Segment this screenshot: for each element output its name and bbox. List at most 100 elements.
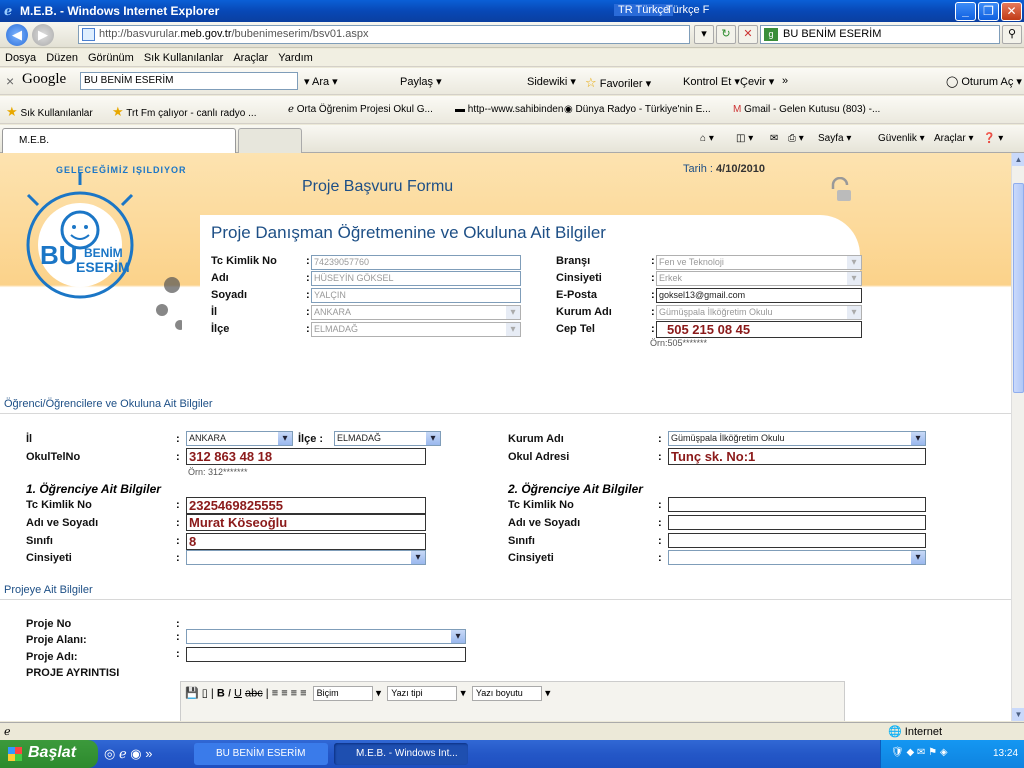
teacher-email-input[interactable]: goksel13@gmail.com <box>656 288 862 303</box>
close-toolbar-icon[interactable]: × <box>6 73 14 89</box>
maximize-button[interactable]: ❐ <box>978 2 999 21</box>
minimize-button[interactable]: _ <box>955 2 976 21</box>
window-titlebar[interactable]: ℯ M.E.B. - Windows Internet Explorer TR … <box>0 0 1024 22</box>
scroll-up-icon[interactable]: ▲ <box>1012 153 1024 166</box>
new-tab-button[interactable] <box>238 128 302 153</box>
teacher-gender-select[interactable]: Erkek <box>656 271 862 286</box>
underline-button[interactable]: U <box>234 687 242 699</box>
student1-class-input[interactable]: 8 <box>186 533 426 550</box>
project-field-select[interactable] <box>186 629 466 644</box>
safety-menu[interactable]: Güvenlik ▾ <box>878 133 925 144</box>
quicklaunch-icons[interactable]: ◎ ℯ ◉ » <box>104 746 152 762</box>
teacher-tc-input[interactable]: 74239057760 <box>311 255 521 270</box>
font-family-select[interactable]: Yazı tipi <box>387 686 458 701</box>
menu-view[interactable]: Görünüm <box>83 49 139 64</box>
spellcheck-button[interactable]: Kontrol Et ▾ <box>683 75 740 88</box>
save-icon[interactable]: 💾 <box>185 687 199 699</box>
format-select[interactable]: Biçim <box>312 686 373 701</box>
stop-icon[interactable]: ✕ <box>738 25 758 44</box>
school-district-select[interactable]: ELMADAĞ <box>334 431 441 446</box>
taskbar-item-bu-benim-eserim[interactable]: BU BENİM ESERİM <box>194 743 328 765</box>
fav-link-trt[interactable]: ★ Trt Fm çalıyor - canlı radyo ... <box>112 104 256 120</box>
vertical-scrollbar[interactable]: ▲ ▼ <box>1011 153 1024 721</box>
lock-icon[interactable] <box>827 177 853 203</box>
student2-name-input[interactable] <box>668 515 926 530</box>
forward-button[interactable]: ▶ <box>32 24 54 46</box>
fav-link-dunya-radyo[interactable]: ◉ Dünya Radyo - Türkiye'nin E... <box>564 104 711 115</box>
feeds-icon[interactable]: ◫ ▾ <box>736 133 753 144</box>
menu-favorites[interactable]: Sık Kullanılanlar <box>139 49 229 64</box>
align-justify-icon[interactable]: ≡ <box>300 687 306 699</box>
tab-meb[interactable]: M.E.B. <box>2 128 236 153</box>
start-button[interactable]: Başlat <box>0 740 98 768</box>
bold-button[interactable]: B <box>217 687 225 699</box>
student2-gender-select[interactable] <box>668 550 926 565</box>
mail-icon[interactable]: ✉ <box>770 133 778 144</box>
refresh-icon[interactable]: ↻ <box>716 25 736 44</box>
student2-class-input[interactable] <box>668 533 926 548</box>
school-phone-input[interactable]: 312 863 48 18 <box>186 448 426 465</box>
menu-tools[interactable]: Araçlar <box>228 49 273 64</box>
teacher-school-select[interactable]: Gümüşpala İlköğretim Okulu <box>656 305 862 320</box>
google-search-input[interactable]: BU BENİM ESERİM <box>80 72 298 90</box>
teacher-city-select[interactable]: ANKARA <box>311 305 521 320</box>
teacher-surname-input[interactable]: YALÇIN <box>311 288 521 303</box>
language-indicator[interactable]: TR Türkçe <box>614 4 674 16</box>
more-button[interactable]: » <box>782 75 788 87</box>
student1-name-label: Adı ve Soyadı <box>26 517 99 529</box>
internet-zone[interactable]: 🌐 Internet <box>888 725 942 738</box>
page-menu[interactable]: Sayfa ▾ <box>818 133 851 144</box>
address-dropdown-icon[interactable]: ▾ <box>694 25 714 44</box>
menu-edit[interactable]: Düzen <box>41 49 83 64</box>
fav-link-orta[interactable]: ℯ Orta Öğrenim Projesi Okul G... <box>288 104 433 115</box>
taskbar-item-ie[interactable]: M.E.B. - Windows Int... <box>334 743 468 765</box>
school-city-select[interactable]: ANKARA <box>186 431 293 446</box>
keyboard-indicator[interactable]: Türkçe F <box>666 4 709 16</box>
favorites-button[interactable]: ☆ Favoriler ▾ <box>585 75 651 91</box>
align-right-icon[interactable]: ≡ <box>291 687 297 699</box>
tray-icons[interactable]: 🛡 ◆ ✉ ⚑ ◈ <box>891 747 948 758</box>
school-name-select[interactable]: Gümüşpala İlköğretim Okulu <box>668 431 926 446</box>
close-button[interactable]: ✕ <box>1001 2 1022 21</box>
school-address-input[interactable]: Tunç sk. No:1 <box>668 448 926 465</box>
help-icon[interactable]: ❓ ▾ <box>983 133 1003 144</box>
clock[interactable]: 13:24 <box>993 748 1018 759</box>
teacher-name-input[interactable]: HÜSEYİN GÖKSEL <box>311 271 521 286</box>
back-button[interactable]: ◀ <box>6 24 28 46</box>
search-box[interactable]: g BU BENİM ESERİM <box>760 25 1000 44</box>
sign-in-button[interactable]: ◯ Oturum Aç ▾ <box>946 75 1022 88</box>
share-button[interactable]: Paylaş ▾ <box>400 75 442 88</box>
teacher-branch-select[interactable]: Fen ve Teknoloji <box>656 255 862 270</box>
align-center-icon[interactable]: ≡ <box>281 687 287 699</box>
google-search-button[interactable]: ▾ Ara ▾ <box>304 75 338 88</box>
print-icon[interactable]: ⎙ ▾ <box>788 133 804 144</box>
teacher-surname-label: Soyadı <box>211 289 248 301</box>
home-icon[interactable]: ⌂ ▾ <box>700 133 714 144</box>
student1-tc-input[interactable]: 2325469825555 <box>186 497 426 514</box>
sidewiki-button[interactable]: Sidewiki ▾ <box>527 75 576 88</box>
tools-menu[interactable]: Araçlar ▾ <box>934 133 974 144</box>
italic-button[interactable]: I <box>228 687 231 699</box>
student1-gender-select[interactable] <box>186 550 426 565</box>
teacher-district-select[interactable]: ELMADAĞ <box>311 322 521 337</box>
translate-button[interactable]: Çevir ▾ <box>740 75 774 88</box>
fav-link-gmail[interactable]: M Gmail - Gelen Kutusu (803) -... <box>733 104 880 115</box>
address-bar[interactable]: http://basvurular.meb.gov.tr/bubenimeser… <box>78 25 690 44</box>
project-name-input[interactable] <box>186 647 466 662</box>
search-icon[interactable]: ⚲ <box>1002 25 1022 44</box>
student2-tc-input[interactable] <box>668 497 926 512</box>
favorites-center-button[interactable]: ★ Sık Kullanılanlar <box>6 104 93 120</box>
menu-file[interactable]: Dosya <box>0 49 41 64</box>
teacher-phone-input[interactable]: 505 215 08 45 <box>656 321 862 338</box>
scroll-down-icon[interactable]: ▼ <box>1012 708 1024 721</box>
new-doc-icon[interactable]: ▯ <box>202 687 208 699</box>
scrollbar-thumb[interactable] <box>1013 183 1024 393</box>
form-title: Proje Başvuru Formu <box>302 178 454 195</box>
font-size-select[interactable]: Yazı boyutu <box>471 686 542 701</box>
student1-name-input[interactable]: Murat Köseoğlu <box>186 514 426 531</box>
align-left-icon[interactable]: ≡ <box>272 687 278 699</box>
strikethrough-button[interactable]: abc <box>245 687 263 699</box>
rich-text-editor[interactable]: 💾 ▯ | B I U abc | ≡ ≡ ≡ ≡ Biçim ▾ Yazı t… <box>180 681 845 721</box>
fav-link-sahibinden[interactable]: ▬ http--www.sahibinden <box>455 104 563 115</box>
menu-help[interactable]: Yardım <box>273 49 318 64</box>
